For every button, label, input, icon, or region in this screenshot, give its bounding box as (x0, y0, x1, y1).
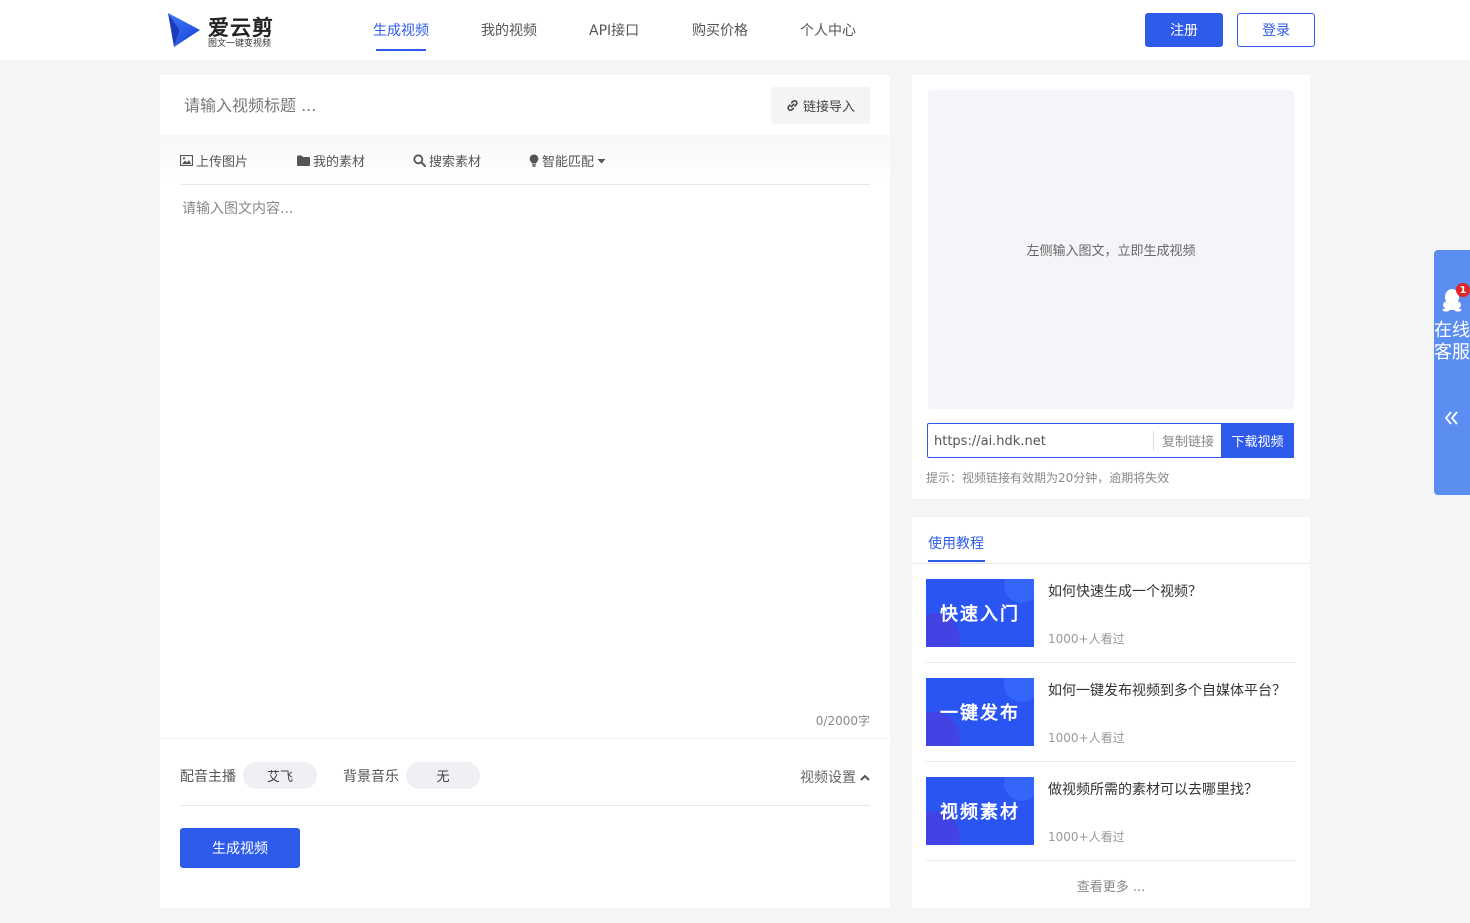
voice-selector[interactable]: 艾飞 (243, 762, 317, 789)
caret-down-icon (597, 158, 606, 163)
nav-profile[interactable]: 个人中心 (800, 20, 856, 40)
thumbnail-caption: 一键发布 (940, 703, 1020, 724)
search-materials-label: 搜索素材 (429, 155, 482, 170)
online-service-label: 在线客服 (1434, 320, 1470, 363)
tab-active-indicator (928, 560, 985, 562)
chevron-up-icon (860, 774, 870, 781)
login-button[interactable]: 登录 (1237, 13, 1315, 47)
notification-badge: 1 (1456, 283, 1470, 297)
smart-match-dropdown[interactable]: 智能匹配 (529, 151, 609, 170)
nav-generate-video[interactable]: 生成视频 (373, 20, 429, 40)
copy-link-button[interactable]: 复制链接 (1153, 431, 1214, 451)
video-title-input[interactable] (184, 93, 744, 117)
tab-tutorial[interactable]: 使用教程 (928, 533, 984, 553)
tutorial-panel: 使用教程 快速入门 如何快速生成一个视频？ 1000+人看过 一键发布 如何一键… (912, 517, 1310, 908)
download-video-button[interactable]: 下载视频 (1221, 423, 1294, 458)
content-textarea[interactable] (182, 198, 870, 698)
image-icon (180, 155, 193, 166)
tutorial-title: 做视频所需的素材可以去哪里找？ (1048, 782, 1258, 798)
double-chevron-left-icon (1444, 411, 1458, 425)
music-label: 背景音乐 (343, 769, 399, 785)
video-url-group: 复制链接 下载视频 (927, 423, 1294, 458)
preview-panel: 左侧输入图文，立即生成视频 复制链接 下载视频 提示：视频链接有效期为20分钟，… (912, 75, 1310, 499)
tutorial-item[interactable]: 快速入门 如何快速生成一个视频？ 1000+人看过 (926, 564, 1296, 663)
upload-image-label: 上传图片 (196, 155, 249, 170)
thumbnail-caption: 视频素材 (940, 802, 1020, 823)
nav-pricing[interactable]: 购买价格 (692, 20, 748, 40)
brand-tagline: 图文一键变视频 (208, 39, 272, 49)
nav-api[interactable]: API接口 (589, 20, 639, 40)
tutorial-title: 如何一键发布视频到多个自媒体平台？ (1048, 683, 1286, 699)
play-logo-icon (168, 13, 200, 47)
tutorial-views: 1000+人看过 (1048, 632, 1125, 646)
tutorial-item[interactable]: 视频素材 做视频所需的素材可以去哪里找？ 1000+人看过 (926, 762, 1296, 861)
smart-match-label: 智能匹配 (542, 155, 595, 170)
upload-image-tool[interactable]: 上传图片 (180, 151, 248, 170)
nav-my-videos[interactable]: 我的视频 (481, 20, 537, 40)
thumbnail-caption: 快速入门 (940, 604, 1020, 625)
link-import-button[interactable]: 链接导入 (771, 87, 870, 124)
tutorial-views: 1000+人看过 (1048, 731, 1125, 745)
video-preview: 左侧输入图文，立即生成视频 (928, 90, 1294, 409)
voice-label: 配音主播 (180, 769, 236, 785)
toolbar-divider (180, 184, 870, 185)
see-more-link[interactable]: 查看更多 ... (912, 876, 1310, 895)
online-service-widget[interactable]: 1 在线客服 (1434, 250, 1470, 495)
editor-toolbar (160, 135, 890, 185)
video-settings-toggle[interactable]: 视频设置 (800, 767, 870, 787)
link-expiry-hint: 提示：视频链接有效期为20分钟，逾期将失效 (926, 471, 1170, 485)
top-header: 爱云剪 图文一键变视频 生成视频 我的视频 API接口 购买价格 个人中心 注册… (0, 0, 1470, 60)
folder-icon (297, 155, 310, 166)
link-import-label: 链接导入 (802, 100, 855, 115)
my-materials-label: 我的素材 (313, 155, 366, 170)
music-selector[interactable]: 无 (406, 762, 480, 789)
tutorial-thumbnail: 快速入门 (926, 579, 1034, 647)
tutorial-thumbnail: 视频素材 (926, 777, 1034, 845)
video-settings-label: 视频设置 (800, 770, 856, 786)
preview-placeholder: 左侧输入图文，立即生成视频 (1026, 244, 1196, 259)
tutorial-title: 如何快速生成一个视频？ (1048, 584, 1202, 600)
register-button[interactable]: 注册 (1145, 13, 1223, 47)
search-icon (413, 154, 426, 167)
search-materials-tool[interactable]: 搜索素材 (413, 151, 481, 170)
editor-panel: 链接导入 上传图片 我的素材 搜索素材 智能匹配 (160, 75, 890, 908)
tutorial-views: 1000+人看过 (1048, 830, 1125, 844)
generate-video-button[interactable]: 生成视频 (180, 828, 300, 868)
generate-divider (180, 805, 870, 806)
tutorial-item[interactable]: 一键发布 如何一键发布视频到多个自媒体平台？ 1000+人看过 (926, 663, 1296, 762)
video-url-input[interactable] (934, 432, 1144, 450)
settings-divider (160, 738, 890, 739)
tutorial-thumbnail: 一键发布 (926, 678, 1034, 746)
brand-logo[interactable]: 爱云剪 图文一键变视频 (166, 11, 286, 49)
char-count: 0/2000字 (815, 714, 870, 728)
lightbulb-icon (529, 154, 539, 167)
link-icon (787, 100, 798, 111)
nav-active-indicator (376, 49, 426, 51)
my-materials-tool[interactable]: 我的素材 (297, 151, 365, 170)
